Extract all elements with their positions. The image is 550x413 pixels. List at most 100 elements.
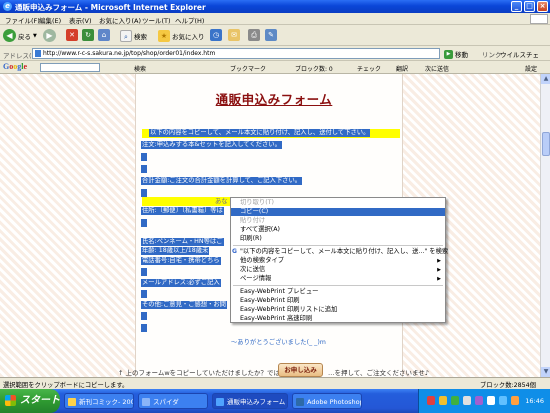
context-menu-item-ewp-add-list[interactable]: Easy-WebPrint 印刷リストに追加	[231, 306, 445, 314]
window-titlebar[interactable]: e 通販申込みフォーム - Microsoft Internet Explore…	[0, 0, 550, 13]
history-icon[interactable]: ◷	[210, 29, 222, 41]
google-search-input[interactable]	[40, 63, 100, 72]
selected-fragment: あな	[215, 198, 228, 205]
bookmark-button[interactable]: ブックマーク	[230, 64, 266, 73]
context-menu-item-ewp-print[interactable]: Easy-WebPrint 印刷	[231, 297, 445, 305]
folder-icon	[68, 398, 76, 406]
close-button[interactable]: ×	[537, 1, 548, 12]
context-menu-item-cut[interactable]: 切り取り(T)	[231, 199, 445, 207]
selected-line: 合計金額:ご注文の合計金額を計算して、ご記入下さい。	[141, 177, 303, 185]
windows-logo-icon	[530, 14, 548, 24]
google-g-icon: G	[232, 248, 237, 255]
tray-icon[interactable]	[439, 396, 447, 405]
clock[interactable]: 16:46	[525, 397, 544, 405]
maximize-button[interactable]: □	[524, 1, 535, 12]
tray-icon[interactable]	[451, 396, 459, 405]
google-logo: Google	[3, 62, 28, 71]
tray-icon[interactable]	[427, 396, 435, 405]
vertical-scrollbar[interactable]: ▲ ▼	[540, 74, 550, 377]
search-button[interactable]: ⌕ 検索	[120, 28, 147, 43]
scroll-up-icon[interactable]: ▲	[541, 74, 550, 84]
toolbar: ◀ 戻る ▼ ▶ ✕ ↻ ⌂ ⌕ 検索 ★ お気に入り ◷ ✉ ⎙ ✎	[0, 25, 550, 46]
links-button[interactable]: リンク	[482, 49, 502, 59]
google-search-button[interactable]: 検索	[134, 64, 146, 73]
context-menu-item-ewp-fast-print[interactable]: Easy-WebPrint 高速印刷	[231, 315, 445, 323]
footer-instruction: ↑ 上のフォームwをコピーしていただけましたか？では…	[118, 369, 287, 377]
context-menu-item-google-search[interactable]: G "以下の内容をコピーして、メール本文に貼り付け、記入し、送..." を検索	[231, 248, 448, 256]
volume-icon[interactable]	[511, 396, 519, 405]
mail-icon[interactable]: ✉	[228, 29, 240, 41]
menu-edit[interactable]: 編集(E)	[39, 15, 61, 25]
forward-button[interactable]: ▶	[43, 28, 56, 43]
selected-blank	[141, 153, 147, 161]
selected-blank	[141, 189, 147, 197]
tray-icon[interactable]	[487, 396, 495, 405]
menu-separator	[233, 245, 443, 246]
selected-line: その他:ご意見・ご感想・お問	[141, 301, 227, 309]
menu-favorites[interactable]: お気に入り(A)	[99, 15, 141, 25]
status-text: 選択範囲をクリップボードにコピーします。	[3, 382, 129, 389]
page-icon	[35, 50, 41, 57]
taskbar-item[interactable]: Adobe Photoshop	[292, 393, 362, 409]
send-to-button[interactable]: 次に送信	[425, 64, 449, 73]
go-button[interactable]: ▶ 移動	[444, 49, 468, 59]
popup-block-count[interactable]: ブロック数: 0	[295, 64, 333, 73]
selected-blank	[141, 290, 147, 298]
print-icon[interactable]: ⎙	[248, 29, 260, 41]
edit-icon[interactable]: ✎	[265, 29, 277, 41]
address-input[interactable]: http://www.r-c-s.sakura.ne.jp/top/shop/o…	[32, 48, 440, 59]
windows-flag-icon	[5, 395, 16, 406]
selected-line: 年齢: 18歳以上/18歳未	[141, 247, 210, 255]
selected-line: 注文:申込みする本&セットを記入してください。	[141, 141, 282, 149]
forward-arrow-icon: ▶	[43, 29, 56, 42]
context-menu-item-select-all[interactable]: すべて選択(A)	[231, 226, 445, 234]
apply-button[interactable]: お申し込み	[278, 363, 323, 377]
context-menu-item-paste[interactable]: 貼り付け	[231, 217, 445, 225]
ie-logo-icon: e	[3, 2, 12, 11]
context-menu-item-print[interactable]: 印刷(R)	[231, 235, 445, 243]
context-menu-item-send-to[interactable]: 次に送信 ▶	[231, 266, 445, 274]
selected-line: 氏名:ペンネーム・HN等はご	[141, 238, 224, 246]
context-menu-item-other-search[interactable]: 他の検索タイプ ▶	[231, 257, 445, 265]
menu-help[interactable]: ヘルプ(H)	[175, 15, 204, 25]
thanks-line: ～ありがとうございました(_ _)m	[231, 339, 326, 346]
menu-tools[interactable]: ツール(T)	[142, 15, 171, 25]
menu-file[interactable]: ファイル(F)	[5, 15, 40, 25]
translate-button[interactable]: 翻訳	[396, 64, 408, 73]
system-tray: 16:46	[418, 389, 550, 413]
taskbar: スタート 新刊コミック- 2007.10... スパイダ 通販申込みフォーム -…	[0, 389, 550, 413]
context-menu-item-copy[interactable]: コピー(C)	[231, 208, 445, 216]
taskbar-item[interactable]: 新刊コミック- 2007.10...	[64, 393, 134, 409]
back-arrow-icon: ◀	[3, 29, 16, 42]
start-button[interactable]: スタート	[0, 389, 60, 413]
scroll-down-icon[interactable]: ▼	[541, 367, 550, 377]
minimize-button[interactable]: _	[511, 1, 522, 12]
check-button[interactable]: チェック	[357, 64, 381, 73]
back-button[interactable]: ◀ 戻る ▼	[3, 28, 37, 43]
tray-icon[interactable]	[499, 396, 507, 405]
menu-view[interactable]: 表示(V)	[69, 15, 92, 25]
blocked-count: ブロック数:2854個	[480, 382, 536, 389]
context-menu-item-ewp-preview[interactable]: Easy-WebPrint プレビュー	[231, 288, 445, 296]
taskbar-item-active[interactable]: 通販申込みフォーム - ...	[212, 393, 288, 409]
home-icon[interactable]: ⌂	[98, 29, 110, 41]
virus-check-button[interactable]: ウイルスチェ	[500, 49, 539, 59]
tray-icon[interactable]	[475, 396, 483, 405]
go-arrow-icon: ▶	[444, 49, 453, 59]
tray-icon[interactable]	[463, 396, 471, 405]
chevron-down-icon: ▼	[33, 32, 37, 39]
selected-blank	[141, 268, 147, 276]
context-menu: 切り取り(T) コピー(C) 貼り付け すべて選択(A) 印刷(R) G "以下…	[230, 197, 448, 323]
selected-line: メールアドレス:必ずご記入	[141, 279, 221, 287]
stop-icon[interactable]: ✕	[66, 29, 78, 41]
taskbar-item[interactable]: スパイダ	[138, 393, 208, 409]
submenu-arrow-icon: ▶	[437, 276, 441, 282]
context-menu-item-page-info[interactable]: ページ情報 ▶	[231, 275, 445, 283]
favorites-button[interactable]: ★ お気に入り	[158, 28, 205, 43]
refresh-icon[interactable]: ↻	[82, 29, 94, 41]
scroll-thumb[interactable]	[542, 132, 550, 156]
settings-button[interactable]: 設定	[525, 64, 537, 73]
submenu-arrow-icon: ▶	[437, 267, 441, 273]
selected-line: 住所:〔郵便〕〔私書箱〕等は	[141, 207, 224, 215]
menu-separator	[233, 285, 443, 286]
